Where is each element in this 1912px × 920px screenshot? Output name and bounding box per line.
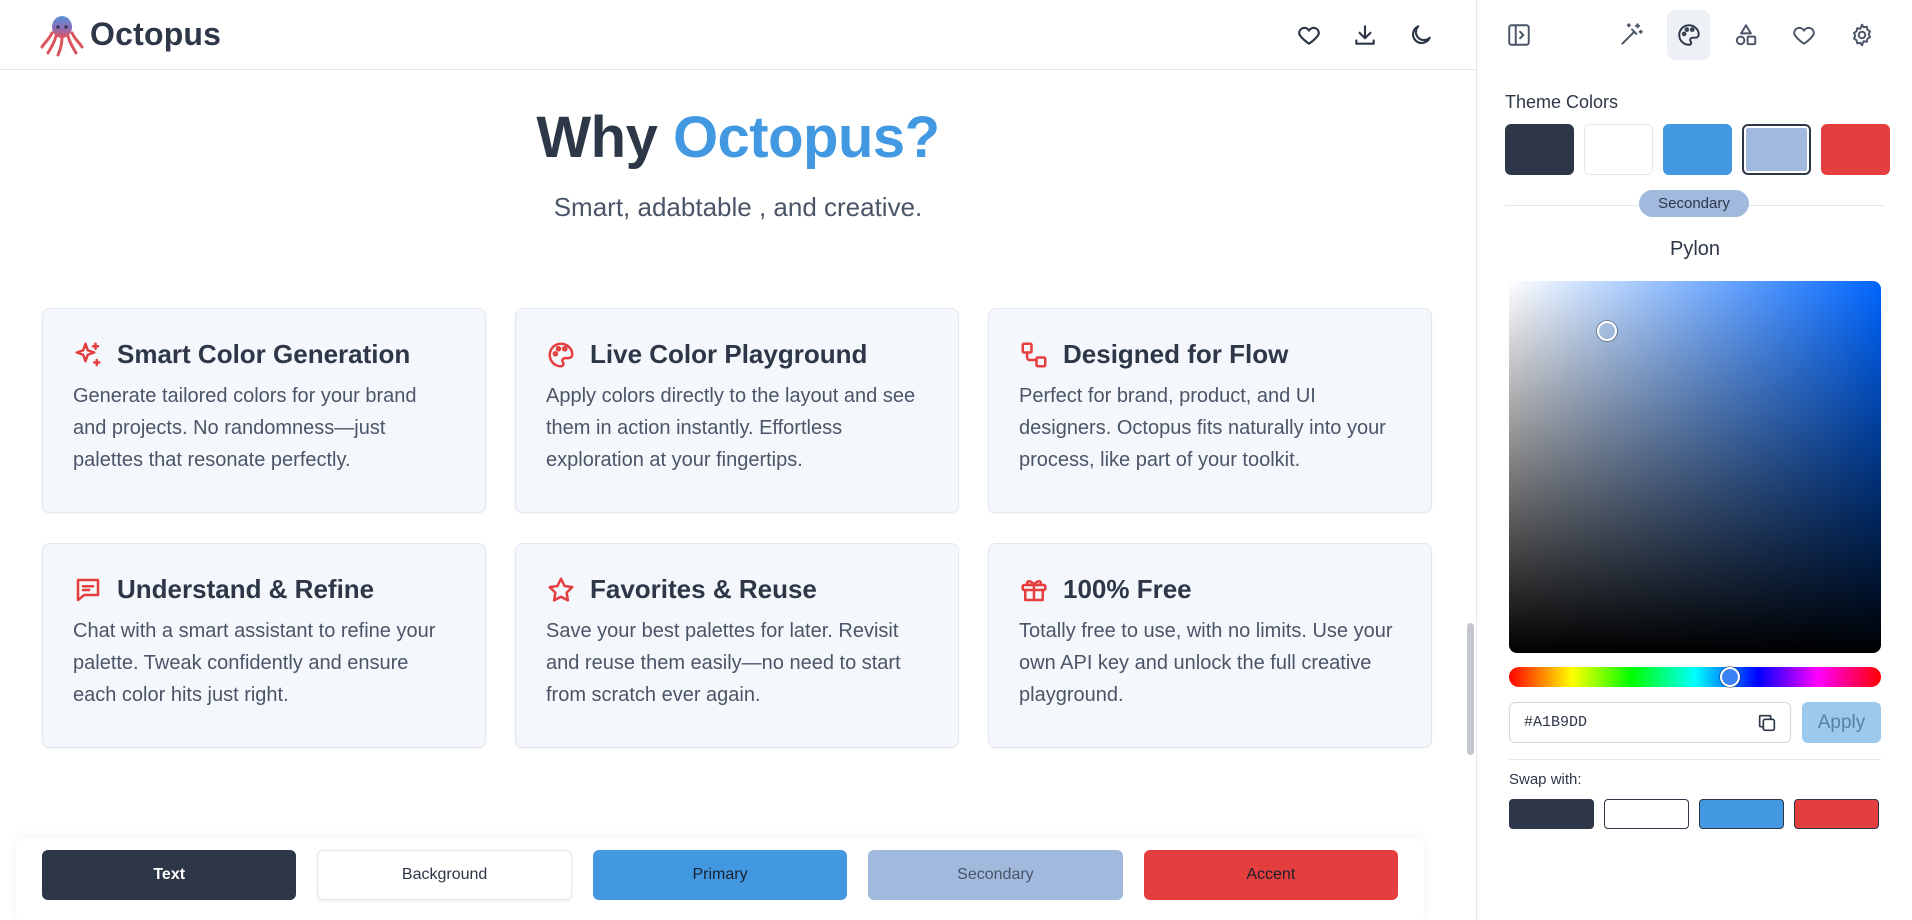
- copy-hex-button[interactable]: [1756, 712, 1778, 734]
- shapes-tab[interactable]: [1724, 10, 1768, 60]
- selected-role-badge: Secondary: [1639, 190, 1749, 217]
- octopus-logo-icon: [40, 15, 84, 56]
- feature-card-title: Smart Color Generation: [117, 339, 411, 369]
- feature-card-header: Designed for Flow: [1019, 339, 1401, 370]
- hex-input[interactable]: [1524, 714, 1724, 731]
- chat-icon: [76, 578, 100, 601]
- feature-card-body: Totally free to use, with no limits. Use…: [1019, 620, 1393, 706]
- download-button[interactable]: [1348, 18, 1382, 52]
- hue-slider-handle[interactable]: [1720, 667, 1740, 687]
- swap-with-label: Swap with:: [1509, 771, 1582, 788]
- panel-collapse-icon: [1508, 24, 1530, 46]
- hero-title-accent: Octopus?: [672, 105, 940, 170]
- main-scrollbar[interactable]: [1467, 623, 1474, 755]
- feature-card-header: Favorites & Reuse: [546, 574, 928, 605]
- color-name: Pylon: [1669, 238, 1721, 260]
- theme-colors-label: Theme Colors: [1505, 92, 1619, 112]
- heart-icon: [1793, 26, 1815, 45]
- feature-card-title: 100% Free: [1063, 574, 1192, 604]
- panel-toolbar: [1477, 0, 1912, 70]
- flow-icon: [1021, 342, 1047, 367]
- swatch-text[interactable]: [1505, 124, 1574, 175]
- favorites-button[interactable]: [1292, 18, 1326, 52]
- heart-icon: [1298, 26, 1320, 45]
- magic-wand-icon: [1621, 23, 1643, 45]
- apply-button[interactable]: Apply: [1802, 702, 1881, 743]
- saturation-value-picker[interactable]: [1509, 281, 1881, 653]
- palette-background-button[interactable]: Background: [317, 850, 572, 900]
- palette-text-button[interactable]: Text: [42, 850, 297, 900]
- logo[interactable]: Octopus: [40, 13, 221, 57]
- feature-card-title: Designed for Flow: [1063, 339, 1289, 369]
- header-actions: [1292, 18, 1438, 52]
- settings-tab[interactable]: [1840, 10, 1884, 60]
- app-root: Octopus Why Octopus? Smart, adabtable , …: [0, 0, 1912, 920]
- swap-with-text[interactable]: [1509, 799, 1594, 829]
- collapse-panel-button[interactable]: [1497, 10, 1541, 60]
- saturation-value-handle[interactable]: [1597, 321, 1617, 341]
- side-panel: Theme Colors Secondary Pylon Apply Swap …: [1476, 0, 1912, 920]
- feature-card-title: Favorites & Reuse: [590, 574, 817, 604]
- top-header: Octopus: [0, 0, 1476, 70]
- generate-tab[interactable]: [1609, 10, 1653, 60]
- swatch-secondary-selected[interactable]: [1742, 124, 1811, 175]
- gear-icon: [1853, 23, 1872, 47]
- feature-card-title: Understand & Refine: [117, 574, 375, 604]
- hero-subtitle: Smart, adabtable , and creative.: [553, 192, 923, 222]
- palette-primary-button[interactable]: Primary: [592, 850, 848, 900]
- logo-text: Octopus: [90, 16, 222, 52]
- sparkles-icon: [75, 342, 101, 366]
- feature-card-header: 100% Free: [1019, 574, 1401, 605]
- feature-card: Smart Color Generation Generate tailored…: [42, 308, 486, 513]
- swatch-background[interactable]: [1584, 124, 1653, 175]
- feature-card: Designed for Flow Perfect for brand, pro…: [988, 308, 1432, 513]
- hex-field: [1509, 702, 1791, 743]
- copy-icon: [1758, 714, 1776, 731]
- moon-icon: [1411, 24, 1431, 44]
- hue-slider[interactable]: [1509, 667, 1881, 687]
- swatch-primary[interactable]: [1663, 124, 1732, 175]
- swap-with-primary[interactable]: [1699, 799, 1784, 829]
- feature-card-title: Live Color Playground: [590, 339, 868, 369]
- theme-tab[interactable]: [1666, 10, 1711, 60]
- hero-title-prefix: Why: [536, 105, 673, 170]
- feature-card: Understand & Refine Chat with a smart as…: [42, 543, 486, 748]
- feature-card-body: Apply colors directly to the layout and …: [546, 385, 916, 471]
- feature-card-body: Save your best palettes for later. Revis…: [546, 620, 901, 706]
- feature-card: 100% Free Totally free to use, with no l…: [988, 543, 1432, 748]
- feature-card-body: Generate tailored colors for your brand …: [73, 385, 417, 471]
- palette-bar: Text Background Primary Secondary Accent: [16, 838, 1424, 920]
- swap-with-background[interactable]: [1604, 799, 1689, 829]
- swatch-accent[interactable]: [1821, 124, 1890, 175]
- hero-title: Why Octopus?: [0, 104, 1476, 171]
- dark-mode-toggle[interactable]: [1404, 18, 1438, 52]
- feature-card: Live Color Playground Apply colors direc…: [515, 308, 959, 513]
- star-icon: [548, 577, 574, 602]
- feature-card: Favorites & Reuse Save your best palette…: [515, 543, 959, 748]
- divider: [1509, 759, 1881, 760]
- swap-options: [1509, 799, 1879, 829]
- shapes-icon: [1736, 24, 1757, 46]
- feature-card-body: Perfect for brand, product, and UI desig…: [1019, 385, 1386, 471]
- gift-icon: [1021, 579, 1047, 601]
- feature-cards: Smart Color Generation Generate tailored…: [42, 308, 1432, 748]
- download-icon: [1355, 24, 1375, 45]
- palette-accent-button[interactable]: Accent: [1143, 850, 1399, 900]
- swap-with-accent[interactable]: [1794, 799, 1879, 829]
- feature-card-header: Understand & Refine: [73, 574, 455, 605]
- feature-card-header: Live Color Playground: [546, 339, 928, 370]
- favorites-tab[interactable]: [1782, 10, 1826, 60]
- palette-icon: [1677, 24, 1700, 46]
- palette-icon: [548, 342, 574, 367]
- feature-card-body: Chat with a smart assistant to refine yo…: [73, 620, 436, 706]
- theme-swatches: [1505, 124, 1890, 175]
- main-content: Why Octopus? Smart, adabtable , and crea…: [0, 70, 1462, 920]
- palette-secondary-button[interactable]: Secondary: [868, 850, 1123, 900]
- feature-card-header: Smart Color Generation: [73, 339, 455, 370]
